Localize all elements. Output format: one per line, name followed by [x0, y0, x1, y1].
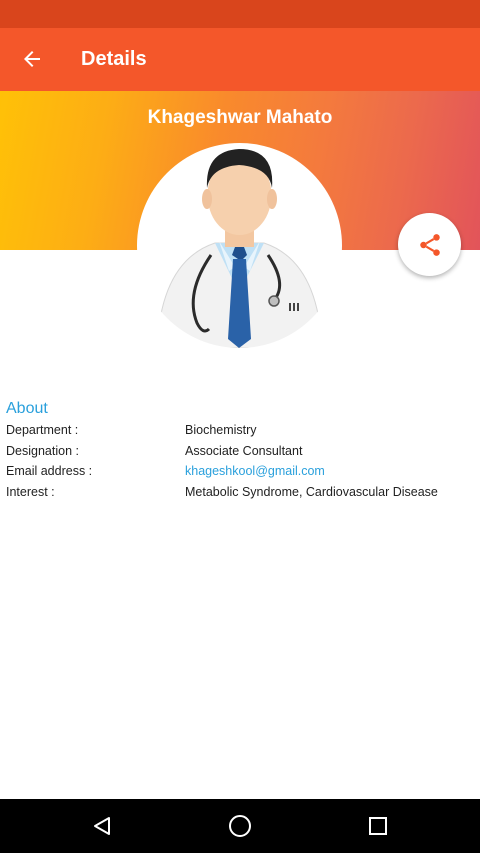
- nav-back-icon: [94, 817, 110, 835]
- interest-row: Interest : Metabolic Syndrome, Cardiovas…: [6, 482, 476, 503]
- email-link[interactable]: khageshkool@gmail.com: [185, 461, 325, 482]
- department-row: Department : Biochemistry: [6, 420, 476, 441]
- designation-row: Designation : Associate Consultant: [6, 441, 476, 462]
- doctor-name: Khageshwar Mahato: [147, 107, 333, 128]
- email-row: Email address : khageshkool@gmail.com: [6, 461, 476, 482]
- department-label: Department :: [6, 423, 79, 437]
- interest-label: Interest :: [6, 484, 55, 499]
- department-value: Biochemistry: [185, 423, 257, 437]
- nav-back-button[interactable]: [62, 799, 142, 853]
- nav-recents-icon: [369, 817, 387, 835]
- email-label: Email address :: [6, 464, 93, 478]
- app-bar: Details: [0, 28, 480, 91]
- page-title: Details: [81, 48, 147, 70]
- nav-home-button[interactable]: [200, 799, 280, 853]
- designation-value: Associate Consultant: [185, 443, 303, 458]
- status-bar: [0, 0, 480, 28]
- back-button[interactable]: [10, 36, 54, 82]
- avatar: [137, 143, 342, 348]
- doctor-avatar-icon: [156, 149, 323, 348]
- designation-label: Designation :: [6, 443, 79, 458]
- share-button[interactable]: [398, 213, 461, 276]
- about-title: About: [6, 400, 48, 417]
- nav-home-icon: [229, 815, 251, 837]
- interest-value: Metabolic Syndrome, Cardiovascular Disea…: [185, 484, 438, 499]
- arrow-back-icon: [24, 51, 40, 67]
- system-nav-bar: [0, 799, 480, 853]
- nav-recents-button[interactable]: [338, 799, 418, 853]
- about-section: About Department : Biochemistry Designat…: [6, 398, 476, 502]
- share-icon: [419, 233, 440, 256]
